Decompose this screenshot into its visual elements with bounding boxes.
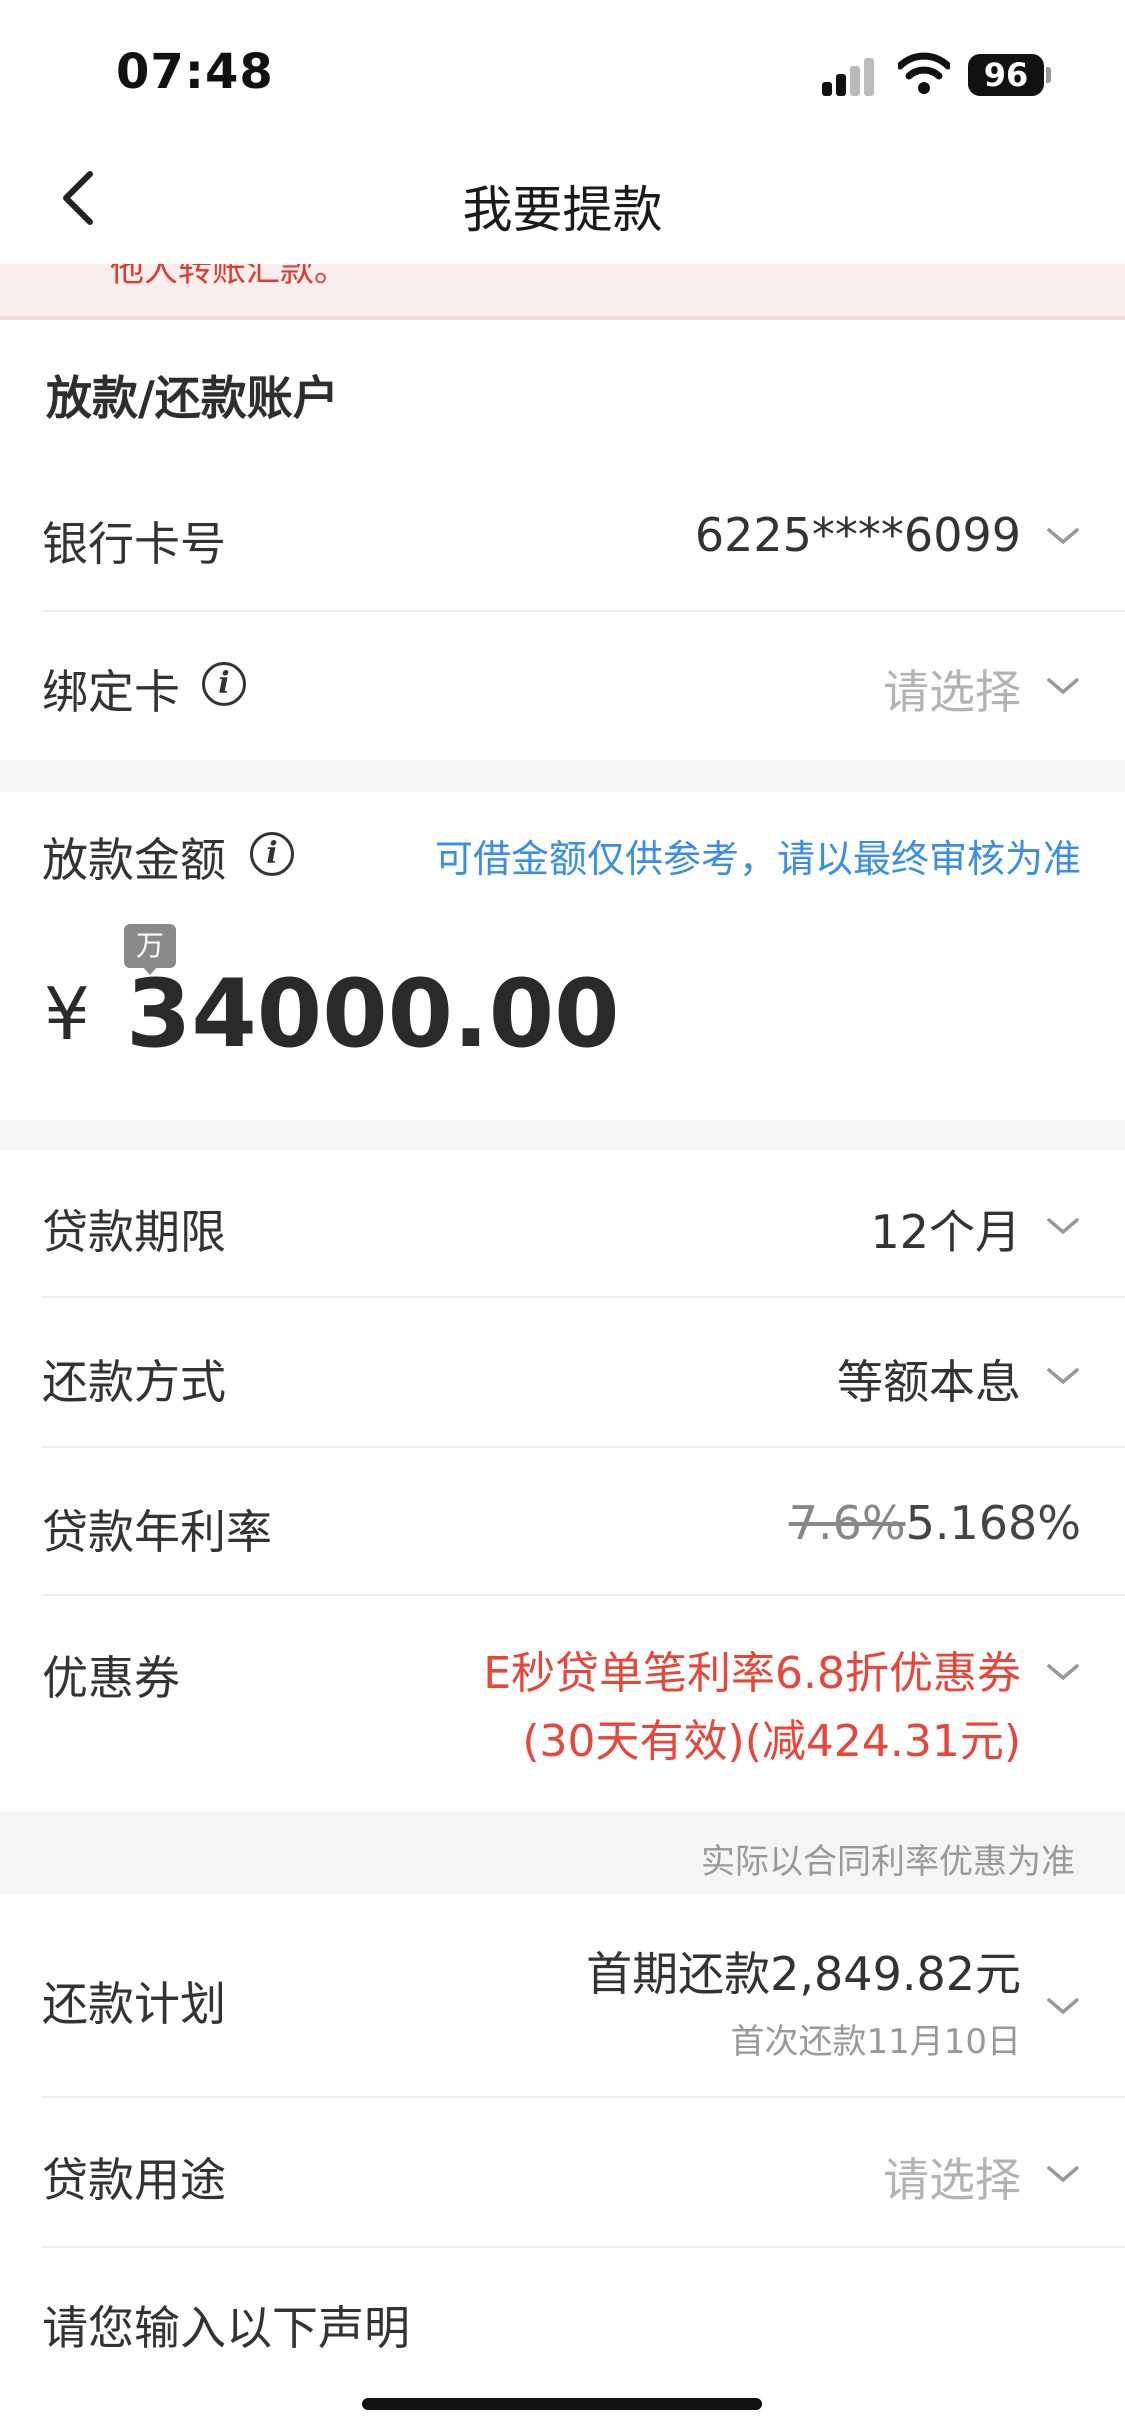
coupon-select[interactable]: E秒贷单笔利率6.8折优惠券 (30天有效)(减424.31元) <box>483 1640 1021 1776</box>
rate-value: 7.6%5.168% <box>789 1496 1081 1550</box>
amount-hint-link[interactable]: 可借金额仅供参考，请以最终审核为准 <box>435 828 1081 883</box>
battery-tip <box>1046 67 1051 83</box>
currency-symbol: ¥ <box>44 972 90 1056</box>
rate-new: 5.168% <box>905 1496 1081 1550</box>
info-icon[interactable]: i <box>202 662 246 706</box>
amount-input[interactable]: 34000.00 <box>126 960 620 1069</box>
battery-indicator: 96 <box>968 54 1044 96</box>
purpose-select[interactable]: 请选择 <box>883 2144 1021 2210</box>
term-label: 贷款期限 <box>42 1205 226 1259</box>
coupon-line2: (30天有效)(减424.31元) <box>522 1716 1021 1767</box>
first-date: 首次还款11月10日 <box>730 2022 1021 2062</box>
purpose-label: 贷款用途 <box>42 2153 226 2207</box>
rate-label: 贷款年利率 <box>42 1505 272 1559</box>
term-select[interactable]: 12个月 <box>870 1196 1021 1262</box>
chevron-down-icon[interactable] <box>1045 1994 1081 2018</box>
first-payment[interactable]: 首期还款2,849.82元 <box>586 1938 1021 2004</box>
plan-label: 还款计划 <box>42 1977 226 2031</box>
chevron-down-icon[interactable] <box>1045 674 1081 698</box>
chevron-down-icon[interactable] <box>1045 1364 1081 1388</box>
divider <box>42 1446 1125 1448</box>
section-gap <box>0 1120 1125 1150</box>
divider <box>42 2246 1125 2248</box>
rate-note: 实际以合同利率优惠为准 <box>701 1842 1075 1882</box>
chevron-down-icon[interactable] <box>1045 1214 1081 1238</box>
home-indicator[interactable] <box>362 2398 762 2410</box>
notice-banner: 他人转账汇款。 <box>0 264 1125 320</box>
bind-card-select[interactable]: 请选择 <box>883 656 1021 722</box>
repay-method-label: 还款方式 <box>42 1355 226 1409</box>
divider <box>42 2096 1125 2098</box>
notice-text: 他人转账汇款。 <box>110 264 348 290</box>
page-title: 我要提款 <box>462 181 663 239</box>
rate-old: 7.6% <box>788 1496 906 1550</box>
status-time: 07:48 <box>116 44 274 100</box>
section-gap <box>0 760 1125 792</box>
chevron-down-icon[interactable] <box>1045 524 1081 548</box>
info-icon[interactable]: i <box>250 832 294 876</box>
coupon-line1: E秒贷单笔利率6.8折优惠券 <box>483 1648 1021 1699</box>
repay-method-select[interactable]: 等额本息 <box>837 1346 1021 1412</box>
wifi-icon <box>898 52 950 94</box>
bind-card-label: 绑定卡 <box>42 665 180 719</box>
divider <box>42 1594 1125 1596</box>
account-section-title: 放款/还款账户 <box>46 371 339 425</box>
divider <box>42 1296 1125 1298</box>
bank-card-value[interactable]: 6225****6099 <box>695 508 1021 562</box>
divider <box>42 610 1125 612</box>
bank-card-label: 银行卡号 <box>42 517 226 571</box>
coupon-label: 优惠券 <box>42 1651 180 1705</box>
signal-bars-icon <box>822 56 878 96</box>
amount-label: 放款金额 <box>42 833 226 887</box>
chevron-down-icon[interactable] <box>1045 1660 1081 1684</box>
chevron-down-icon[interactable] <box>1045 2162 1081 2186</box>
declaration-label: 请您输入以下声明 <box>42 2301 410 2355</box>
